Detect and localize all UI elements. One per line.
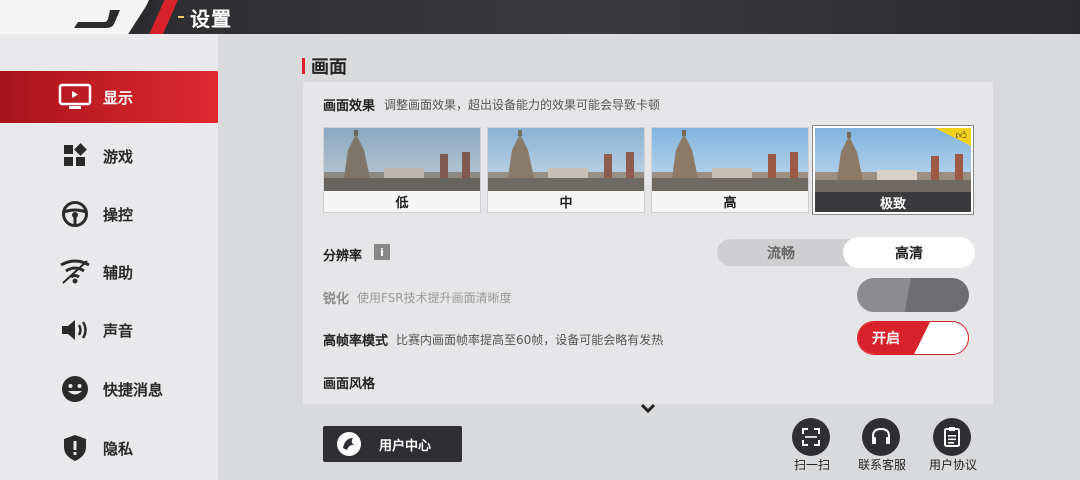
quality-preview-image: [652, 128, 808, 192]
quality-preview-image: [324, 128, 480, 192]
sharpen-toggle[interactable]: [857, 278, 969, 312]
section-accent-bar: [302, 58, 305, 74]
back-logo-icon: [74, 10, 120, 28]
scan-icon: [792, 418, 830, 456]
graphics-quality-desc: 调整画面效果，超出设备能力的效果可能会导致卡顿: [384, 98, 661, 112]
quality-option-high[interactable]: 高: [651, 127, 809, 213]
shield-icon: [58, 433, 92, 463]
quality-option-label: 低: [324, 191, 480, 212]
quality-preview-image: [488, 128, 644, 192]
sidebar-item-game[interactable]: 游戏: [0, 130, 218, 182]
title-dash: [178, 16, 184, 18]
speaker-icon: [58, 315, 92, 345]
page-title-wrap: 设置: [178, 4, 232, 31]
quality-option-label: 高: [652, 191, 808, 212]
sidebar-item-controls[interactable]: 操控: [0, 188, 218, 240]
quality-option-medium[interactable]: 中: [487, 127, 645, 213]
resolution-selector[interactable]: 流畅 高清: [717, 239, 973, 266]
user-center-button[interactable]: 用户中心: [323, 426, 462, 462]
clipboard-icon: [933, 418, 971, 456]
smiley-icon: [58, 374, 92, 404]
quality-option-label: 极致: [815, 192, 971, 212]
hfr-toggle[interactable]: 开启: [857, 321, 969, 355]
sidebar-item-label: 游戏: [103, 147, 134, 166]
toggle-on-text: 开启: [872, 331, 900, 347]
thumbs-up-icon: 👍︎: [955, 129, 968, 142]
sidebar-item-label: 隐私: [103, 439, 134, 458]
quality-option-label: 中: [488, 191, 644, 212]
wifi-assist-icon: [58, 257, 92, 287]
user-agreement-button[interactable]: 用户协议: [921, 418, 985, 476]
quality-option-ultra[interactable]: 👍︎ 极致: [813, 126, 973, 214]
resolution-option-hd[interactable]: 高清: [845, 239, 973, 266]
graphics-style-label: 画面风格: [323, 377, 376, 392]
sidebar-item-display[interactable]: 显示: [0, 71, 220, 123]
sidebar-item-quick-messages[interactable]: 快捷消息: [0, 363, 218, 415]
sidebar-item-assist[interactable]: 辅助: [0, 246, 218, 298]
info-icon[interactable]: i: [374, 244, 390, 260]
monitor-icon: [58, 82, 92, 112]
resolution-option-smooth[interactable]: 流畅: [717, 239, 845, 266]
sidebar: 显示 游戏 操控 辅助 声音 快捷消息 隐私: [0, 34, 220, 480]
sidebar-item-label: 辅助: [103, 263, 134, 282]
support-button[interactable]: 联系客服: [850, 418, 914, 476]
section-header: 画面: [302, 53, 347, 79]
hfr-label: 高帧率模式: [323, 334, 389, 349]
page-title: 设置: [190, 6, 232, 31]
quality-option-low[interactable]: 低: [323, 127, 481, 213]
graphics-quality-label: 画面效果: [323, 99, 376, 114]
section-title: 画面: [311, 57, 347, 78]
sidebar-item-label: 显示: [103, 88, 134, 107]
hfr-desc: 比赛内画面帧率提高至60帧，设备可能会略有发热: [396, 333, 664, 347]
sidebar-item-label: 快捷消息: [103, 380, 164, 399]
quality-preview-image: [815, 128, 971, 194]
user-center-icon: [337, 432, 361, 456]
sharpen-label: 锐化: [323, 292, 350, 307]
sidebar-item-label: 操控: [103, 205, 134, 224]
sidebar-item-label: 声音: [103, 321, 134, 340]
sharpen-desc: 使用FSR技术提升画面清晰度: [357, 291, 512, 305]
user-center-label: 用户中心: [379, 438, 432, 454]
sidebar-item-sound[interactable]: 声音: [0, 304, 218, 356]
sidebar-item-privacy[interactable]: 隐私: [0, 422, 218, 474]
steering-wheel-icon: [58, 199, 92, 229]
chevron-down-icon[interactable]: [640, 402, 656, 414]
headset-icon: [862, 418, 900, 456]
scan-button[interactable]: 扫一扫: [780, 418, 844, 476]
resolution-label: 分辨率: [323, 249, 363, 264]
apps-grid-icon: [58, 141, 92, 171]
user-agreement-label: 用户协议: [928, 458, 977, 472]
